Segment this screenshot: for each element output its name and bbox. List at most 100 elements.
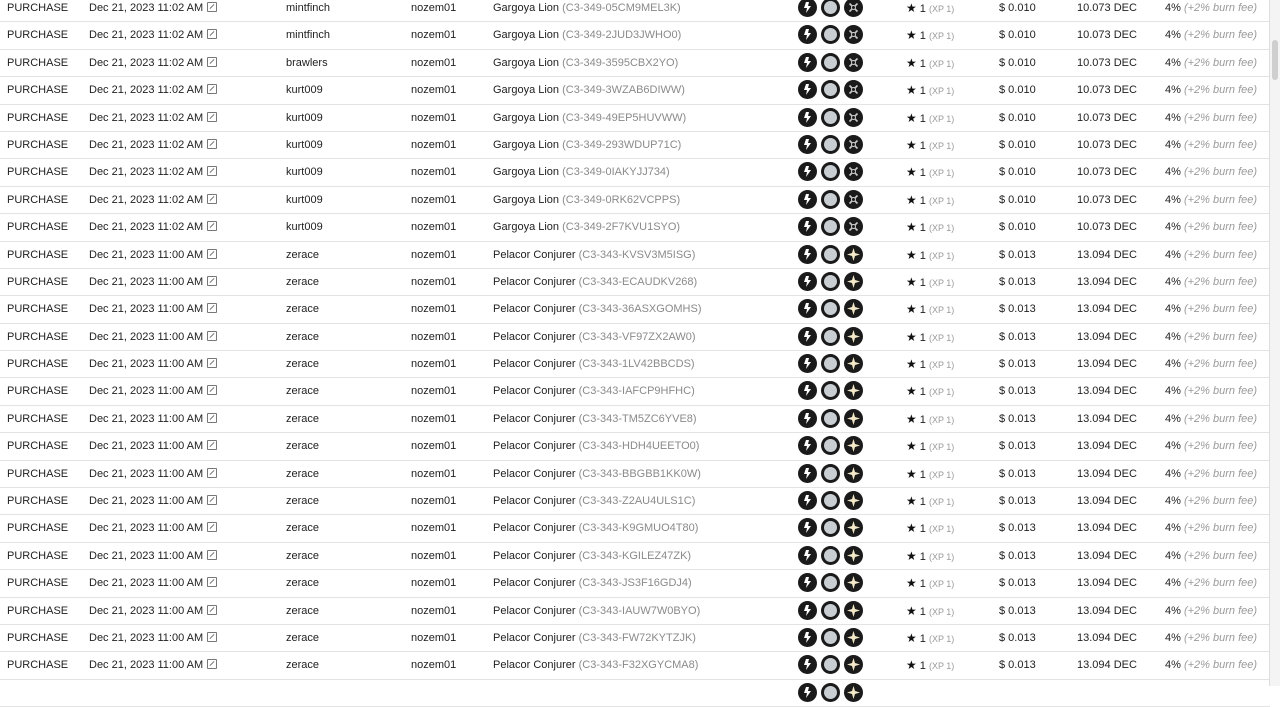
card-cell[interactable]: Pelacor Conjurer (C3-343-VF97ZX2AW0) <box>493 324 696 350</box>
card-cell[interactable]: Pelacor Conjurer (C3-343-HDH4UEETO0) <box>493 433 699 459</box>
external-link-icon[interactable] <box>207 84 218 95</box>
card-cell[interactable]: Pelacor Conjurer (C3-343-IAFCP9HFHC) <box>493 378 695 404</box>
external-link-icon[interactable] <box>207 577 218 588</box>
buyer-link[interactable]: zerace <box>286 324 319 350</box>
card-cell[interactable]: Gargoya Lion (C3-349-3595CBX2YO) <box>493 50 678 76</box>
buyer-link[interactable]: kurt009 <box>286 105 323 131</box>
external-link-icon[interactable] <box>207 193 218 204</box>
external-link-icon[interactable] <box>207 248 218 259</box>
seller-link[interactable]: nozem01 <box>411 187 456 213</box>
buyer-link[interactable]: kurt009 <box>286 132 323 158</box>
seller-link[interactable]: nozem01 <box>411 105 456 131</box>
external-link-icon[interactable] <box>207 111 218 122</box>
card-cell[interactable]: Pelacor Conjurer (C3-343-FW72KYTZJK) <box>493 625 696 651</box>
buyer-link[interactable]: zerace <box>286 461 319 487</box>
external-link-icon[interactable] <box>207 467 218 478</box>
buyer-link[interactable]: zerace <box>286 488 319 514</box>
external-link-icon[interactable] <box>207 631 218 642</box>
seller-link[interactable]: nozem01 <box>411 515 456 541</box>
seller-link[interactable]: nozem01 <box>411 77 456 103</box>
buyer-link[interactable]: zerace <box>286 598 319 624</box>
buyer-link[interactable]: kurt009 <box>286 77 323 103</box>
seller-link[interactable]: nozem01 <box>411 652 456 678</box>
card-cell[interactable]: Pelacor Conjurer (C3-343-BBGBB1KK0W) <box>493 461 701 487</box>
buyer-link[interactable]: zerace <box>286 652 319 678</box>
card-cell[interactable]: Gargoya Lion (C3-349-293WDUP71C) <box>493 132 681 158</box>
external-link-icon[interactable] <box>207 2 218 12</box>
card-cell[interactable]: Pelacor Conjurer (C3-343-KGILEZ47ZK) <box>493 543 691 569</box>
buyer-link[interactable]: zerace <box>286 296 319 322</box>
seller-link[interactable]: nozem01 <box>411 0 456 21</box>
buyer-link[interactable]: zerace <box>286 543 319 569</box>
seller-link[interactable]: nozem01 <box>411 159 456 185</box>
external-link-icon[interactable] <box>207 522 218 533</box>
card-cell[interactable]: Pelacor Conjurer (C3-343-36ASXGOMHS) <box>493 296 701 322</box>
card-cell[interactable]: Gargoya Lion (C3-349-0IAKYJJ734) <box>493 159 670 185</box>
external-link-icon[interactable] <box>207 56 218 67</box>
card-cell[interactable]: Gargoya Lion (C3-349-05CM9MEL3K) <box>493 0 681 21</box>
card-cell[interactable]: Pelacor Conjurer (C3-343-TM5ZC6YVE8) <box>493 406 697 432</box>
card-cell[interactable]: Pelacor Conjurer (C3-343-JS3F16GDJ4) <box>493 570 692 596</box>
external-link-icon[interactable] <box>207 604 218 615</box>
buyer-link[interactable]: zerace <box>286 515 319 541</box>
external-link-icon[interactable] <box>207 166 218 177</box>
seller-link[interactable]: nozem01 <box>411 598 456 624</box>
external-link-icon[interactable] <box>207 440 218 451</box>
external-link-icon[interactable] <box>207 549 218 560</box>
card-cell[interactable]: Pelacor Conjurer (C3-343-IAUW7W0BYO) <box>493 598 700 624</box>
seller-link[interactable]: nozem01 <box>411 214 456 240</box>
card-cell[interactable]: Pelacor Conjurer (C3-343-ECAUDKV268) <box>493 269 697 295</box>
external-link-icon[interactable] <box>207 275 218 286</box>
seller-link[interactable]: nozem01 <box>411 296 456 322</box>
buyer-link[interactable]: kurt009 <box>286 159 323 185</box>
card-cell[interactable]: Pelacor Conjurer (C3-343-KVSV3M5ISG) <box>493 242 695 268</box>
external-link-icon[interactable] <box>207 330 218 341</box>
card-cell[interactable]: Gargoya Lion (C3-349-2JUD3JWHO0) <box>493 22 681 48</box>
buyer-link[interactable]: zerace <box>286 378 319 404</box>
seller-link[interactable]: nozem01 <box>411 351 456 377</box>
external-link-icon[interactable] <box>207 385 218 396</box>
seller-link[interactable]: nozem01 <box>411 488 456 514</box>
card-cell[interactable]: Gargoya Lion (C3-349-0RK62VCPPS) <box>493 187 680 213</box>
seller-link[interactable]: nozem01 <box>411 543 456 569</box>
buyer-link[interactable]: kurt009 <box>286 214 323 240</box>
external-link-icon[interactable] <box>207 659 218 670</box>
buyer-link[interactable]: zerace <box>286 570 319 596</box>
external-link-icon[interactable] <box>207 495 218 506</box>
card-cell[interactable]: Gargoya Lion (C3-349-49EP5HUVWW) <box>493 105 686 131</box>
buyer-link[interactable]: zerace <box>286 351 319 377</box>
external-link-icon[interactable] <box>207 358 218 369</box>
seller-link[interactable]: nozem01 <box>411 570 456 596</box>
seller-link[interactable]: nozem01 <box>411 433 456 459</box>
seller-link[interactable]: nozem01 <box>411 406 456 432</box>
seller-link[interactable]: nozem01 <box>411 461 456 487</box>
card-cell[interactable]: Pelacor Conjurer (C3-343-F32XGYCMA8) <box>493 652 698 678</box>
external-link-icon[interactable] <box>207 29 218 40</box>
seller-link[interactable]: nozem01 <box>411 269 456 295</box>
seller-link[interactable]: nozem01 <box>411 625 456 651</box>
buyer-link[interactable]: mintfinch <box>286 22 330 48</box>
card-cell[interactable]: Pelacor Conjurer (C3-343-Z2AU4ULS1C) <box>493 488 695 514</box>
scrollbar[interactable] <box>1269 0 1280 686</box>
buyer-link[interactable]: brawlers <box>286 50 328 76</box>
buyer-link[interactable]: mintfinch <box>286 0 330 21</box>
buyer-link[interactable]: zerace <box>286 625 319 651</box>
external-link-icon[interactable] <box>207 221 218 232</box>
seller-link[interactable]: nozem01 <box>411 378 456 404</box>
buyer-link[interactable]: zerace <box>286 242 319 268</box>
seller-link[interactable]: nozem01 <box>411 50 456 76</box>
external-link-icon[interactable] <box>207 138 218 149</box>
buyer-link[interactable]: zerace <box>286 406 319 432</box>
scrollbar-thumb[interactable] <box>1272 40 1278 80</box>
card-cell[interactable]: Gargoya Lion (C3-349-2F7KVU1SYO) <box>493 214 680 240</box>
external-link-icon[interactable] <box>207 303 218 314</box>
seller-link[interactable]: nozem01 <box>411 242 456 268</box>
card-cell[interactable]: Pelacor Conjurer (C3-343-1LV42BBCDS) <box>493 351 695 377</box>
card-cell[interactable]: Pelacor Conjurer (C3-343-K9GMUO4T80) <box>493 515 698 541</box>
seller-link[interactable]: nozem01 <box>411 22 456 48</box>
buyer-link[interactable]: kurt009 <box>286 187 323 213</box>
card-cell[interactable]: Gargoya Lion (C3-349-3WZAB6DIWW) <box>493 77 685 103</box>
seller-link[interactable]: nozem01 <box>411 324 456 350</box>
buyer-link[interactable]: zerace <box>286 269 319 295</box>
buyer-link[interactable]: zerace <box>286 433 319 459</box>
